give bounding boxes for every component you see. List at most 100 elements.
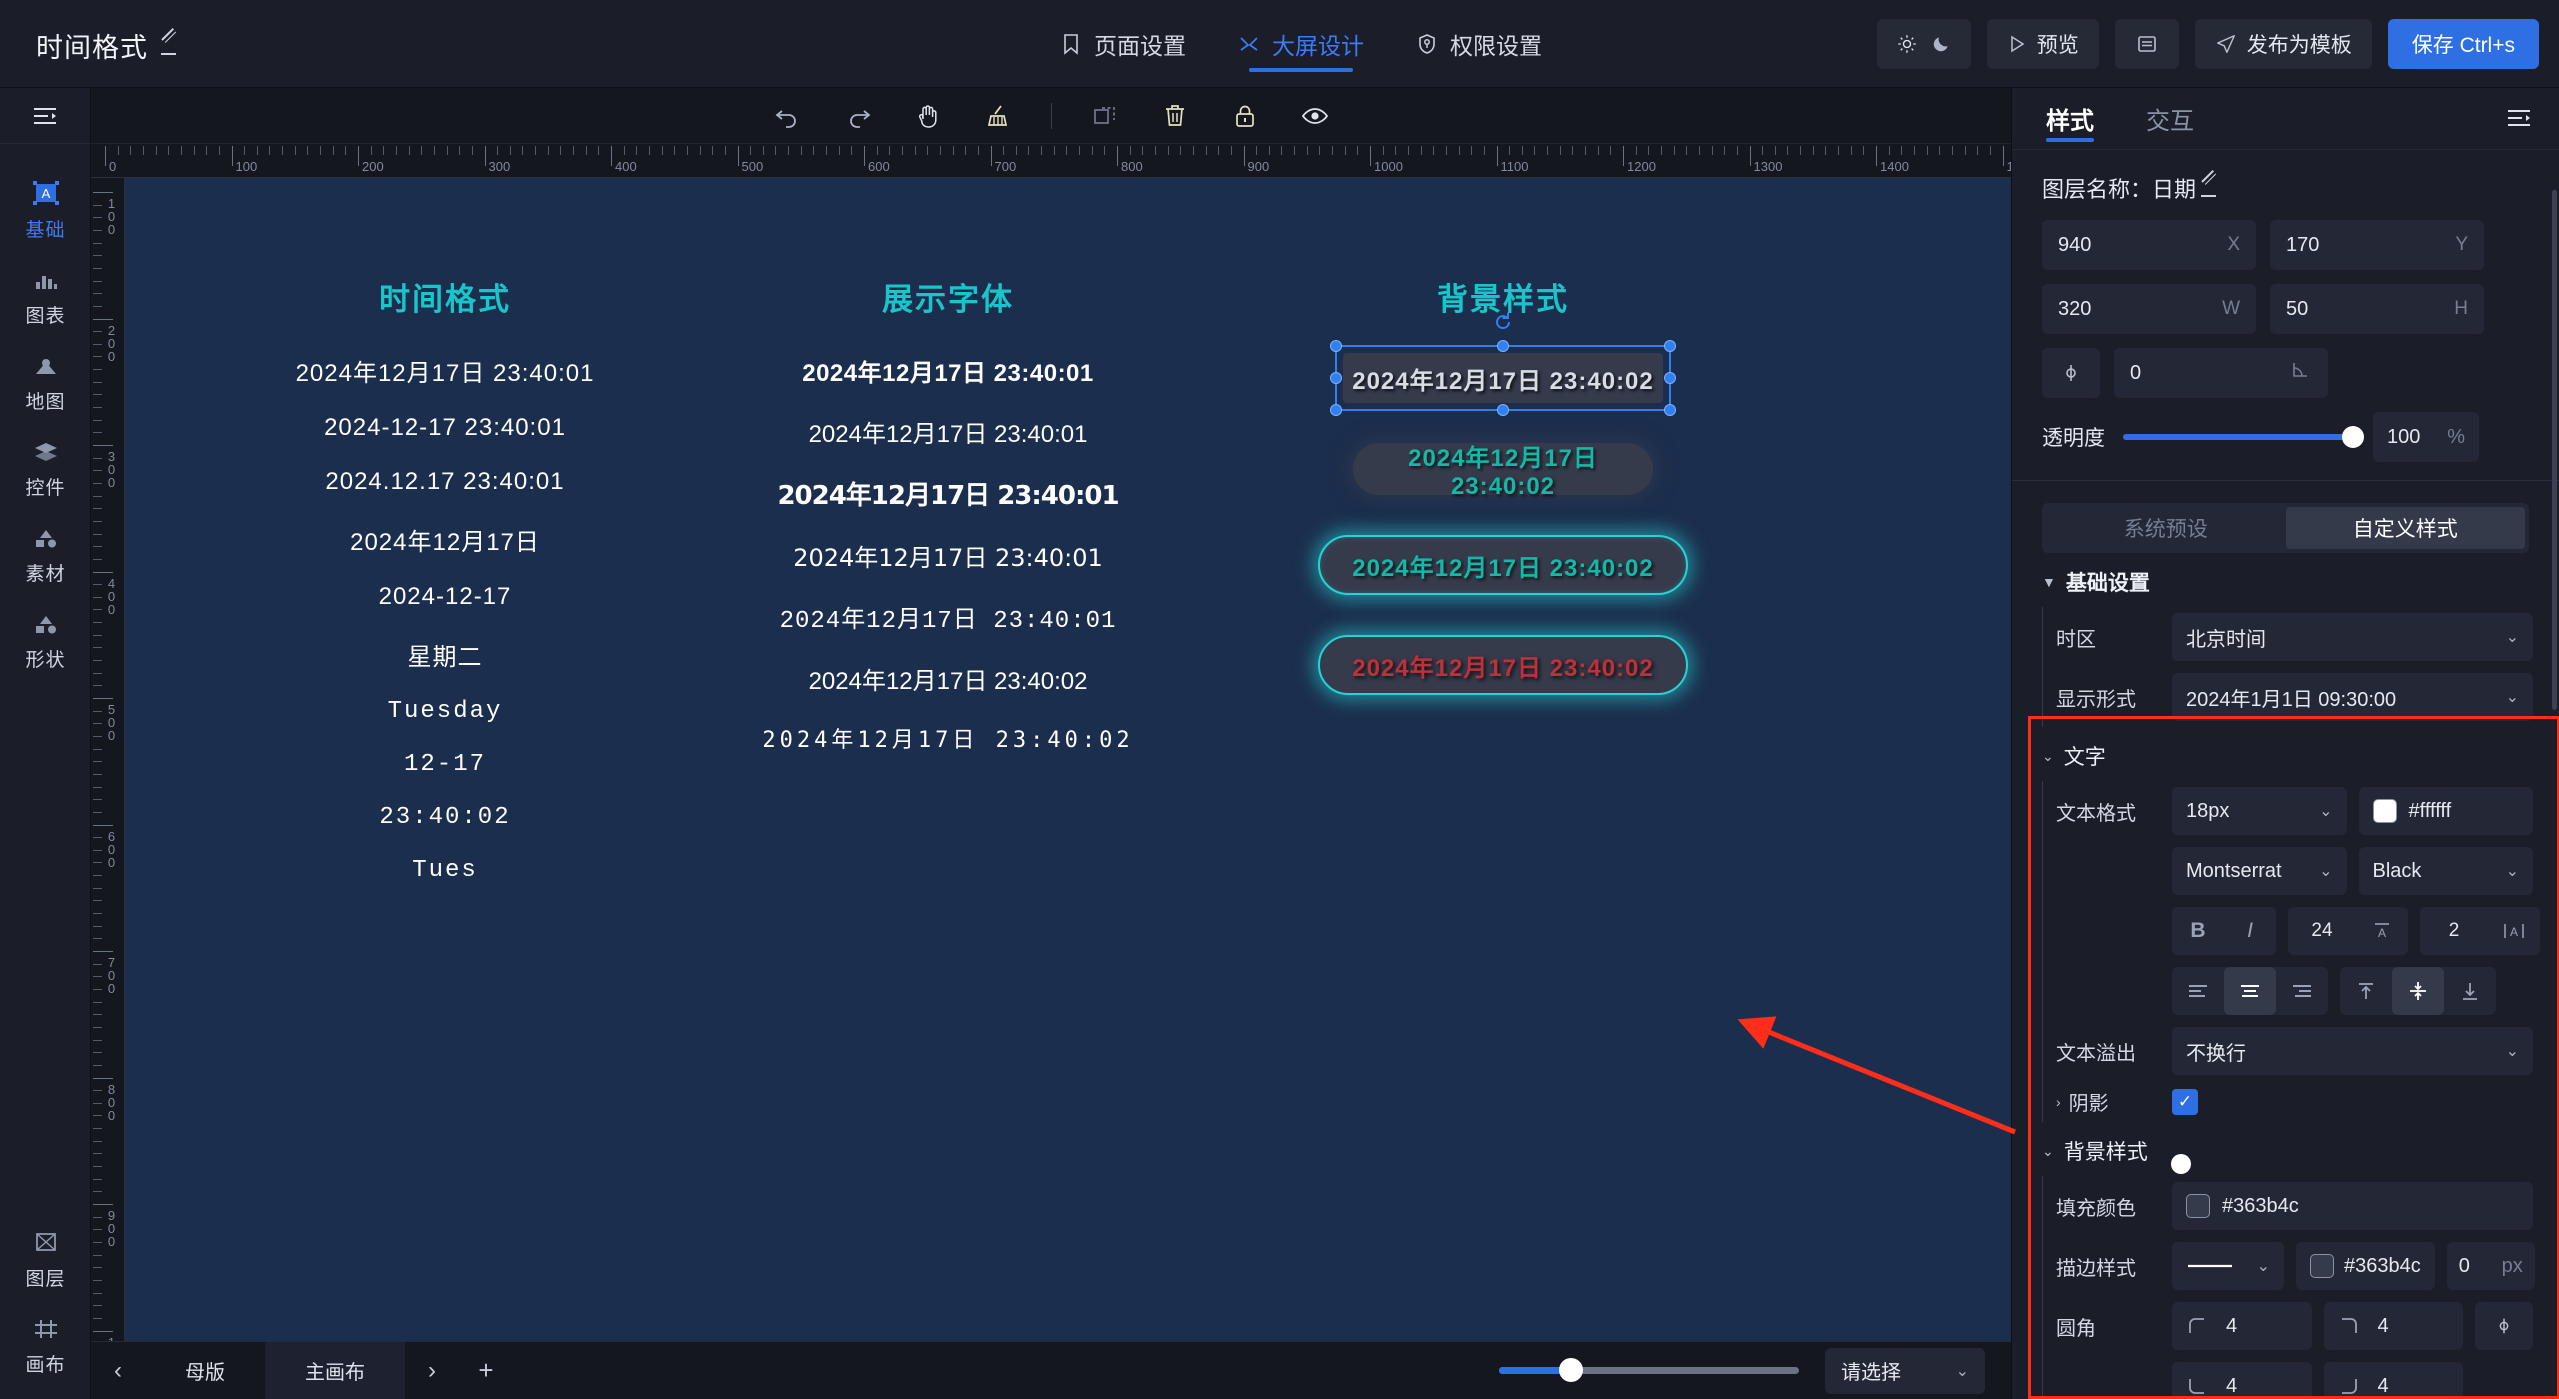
zoom-slider-knob[interactable] xyxy=(1559,1358,1583,1382)
clear-button[interactable] xyxy=(981,99,1015,133)
align-center-button[interactable] xyxy=(2224,967,2276,1015)
undo-button[interactable] xyxy=(771,99,805,133)
font-family-select[interactable]: Montserrat ⌄ xyxy=(2172,847,2347,895)
tab-page-settings[interactable]: 页面设置 xyxy=(1060,0,1186,88)
zoom-slider[interactable] xyxy=(1499,1358,1799,1382)
tab-style[interactable]: 样式 xyxy=(2046,88,2094,150)
section-background-header[interactable]: ⌄ 背景样式 xyxy=(2012,1122,2559,1176)
radius-top-right-input[interactable]: 4 xyxy=(2323,1302,2463,1350)
sidebar-item-layers[interactable]: 图层 xyxy=(0,1217,91,1303)
font-weight-select[interactable]: Black ⌄ xyxy=(2358,847,2533,895)
resize-handle-tl[interactable] xyxy=(1330,340,1342,352)
x-input[interactable]: 940 X xyxy=(2042,220,2256,270)
align-right-button[interactable] xyxy=(2276,967,2328,1015)
section-text-header[interactable]: ⌄ 文字 xyxy=(2012,727,2559,781)
stroke-type-select[interactable]: ⌄ xyxy=(2172,1242,2284,1290)
shadow-label-wrap[interactable]: › 阴影 xyxy=(2056,1087,2160,1116)
opacity-slider[interactable] xyxy=(2123,426,2364,448)
sidebar-item-charts[interactable]: 图表 xyxy=(0,254,91,340)
scrollbar-thumb[interactable] xyxy=(2552,190,2557,710)
group-button[interactable] xyxy=(1088,99,1122,133)
italic-button[interactable]: I xyxy=(2224,907,2276,955)
resize-handle-tc[interactable] xyxy=(1497,340,1509,352)
document-title[interactable]: 时间格式 xyxy=(36,26,180,65)
rotate-handle-icon[interactable] xyxy=(1490,309,1516,335)
rail-collapse-button[interactable] xyxy=(0,88,90,144)
resize-handle-ml[interactable] xyxy=(1330,372,1342,384)
timezone-select[interactable]: 北京时间 ⌄ xyxy=(2172,613,2533,661)
tab-custom-style[interactable]: 自定义样式 xyxy=(2285,507,2525,549)
date-widget-selected[interactable]: 2024年12月17日 23:40:02 xyxy=(1343,353,1663,403)
sidebar-item-shapes[interactable]: 形状 xyxy=(0,598,91,684)
preview-button[interactable]: 预览 xyxy=(1986,19,2099,69)
sidebar-item-map[interactable]: 地图 xyxy=(0,340,91,426)
width-input[interactable]: 320 W xyxy=(2042,284,2256,334)
valign-top-button[interactable] xyxy=(2340,967,2392,1015)
bold-button[interactable]: B xyxy=(2172,907,2224,955)
font-sample-row[interactable]: 2024年12月17日 23:40:02 xyxy=(713,722,1183,754)
time-format-row[interactable]: Tuesday xyxy=(235,698,655,725)
lock-button[interactable] xyxy=(1228,99,1262,133)
font-sample-row[interactable]: 2024年12月17日 23:40:01 xyxy=(713,538,1183,573)
date-widget-glow-red[interactable]: 2024年12月17日 23:40:02 xyxy=(1318,635,1688,695)
add-page-button[interactable]: + xyxy=(459,1355,513,1386)
radius-link-button[interactable] xyxy=(2475,1302,2533,1350)
right-panel-collapse-button[interactable] xyxy=(2505,106,2533,135)
prev-page-button[interactable]: ‹ xyxy=(91,1357,145,1385)
sidebar-item-assets[interactable]: 素材 xyxy=(0,512,91,598)
valign-middle-button[interactable] xyxy=(2392,967,2444,1015)
resize-handle-br[interactable] xyxy=(1664,404,1676,416)
font-sample-row[interactable]: 2024年12月17日 23:40:01 xyxy=(713,353,1183,388)
redo-button[interactable] xyxy=(841,99,875,133)
stroke-width-input[interactable]: 0 px xyxy=(2446,1242,2535,1290)
pencil-icon[interactable] xyxy=(2200,178,2220,198)
resize-handle-bc[interactable] xyxy=(1497,404,1509,416)
tab-permission-settings[interactable]: 权限设置 xyxy=(1416,0,1542,88)
resize-handle-tr[interactable] xyxy=(1664,340,1676,352)
master-page-item[interactable]: 母版 xyxy=(145,1342,265,1399)
main-canvas-item[interactable]: 主画布 xyxy=(265,1341,405,1399)
text-overflow-select[interactable]: 不换行 ⌄ xyxy=(2172,1027,2533,1075)
visibility-button[interactable] xyxy=(1298,99,1332,133)
delete-button[interactable] xyxy=(1158,99,1192,133)
design-canvas[interactable]: 时间格式 2024年12月17日 23:40:01 2024-12-17 23:… xyxy=(125,178,2011,1341)
opacity-slider-knob[interactable] xyxy=(2342,426,2364,448)
radius-bottom-left-input[interactable]: 4 xyxy=(2172,1362,2312,1399)
date-widget-glow[interactable]: 2024年12月17日 23:40:02 xyxy=(1318,535,1688,595)
theme-toggle-button[interactable] xyxy=(1876,19,1971,69)
resize-handle-mr[interactable] xyxy=(1664,372,1676,384)
time-format-row[interactable]: 星期二 xyxy=(235,637,655,672)
lock-aspect-ratio-button[interactable] xyxy=(2042,348,2100,398)
next-page-button[interactable]: › xyxy=(405,1357,459,1385)
resize-handle-bl[interactable] xyxy=(1330,404,1342,416)
sidebar-item-widgets[interactable]: 控件 xyxy=(0,426,91,512)
align-left-button[interactable] xyxy=(2172,967,2224,1015)
date-widget-rounded[interactable]: 2024年12月17日 23:40:02 xyxy=(1353,443,1653,500)
time-format-row[interactable]: 2024.12.17 23:40:01 xyxy=(235,468,655,496)
time-format-row[interactable]: 2024年12月17日 xyxy=(235,522,655,557)
font-size-select[interactable]: 18px ⌄ xyxy=(2172,787,2347,835)
section-basic-header[interactable]: ▼ 基础设置 xyxy=(2012,553,2559,607)
radius-bottom-right-input[interactable]: 4 xyxy=(2323,1362,2463,1399)
fill-color-picker[interactable]: #363b4c xyxy=(2172,1182,2533,1230)
tab-screen-design[interactable]: 大屏设计 xyxy=(1238,0,1364,88)
line-height-input[interactable]: 24 xyxy=(2288,907,2356,955)
valign-bottom-button[interactable] xyxy=(2444,967,2496,1015)
font-sample-row[interactable]: 2024年12月17日 23:40:02 xyxy=(713,661,1183,696)
right-panel-scrollbar[interactable] xyxy=(2551,150,2559,1399)
text-color-picker[interactable]: #ffffff xyxy=(2358,787,2533,835)
layer-name-row[interactable]: 图层名称：日期 xyxy=(2012,150,2559,220)
font-sample-row[interactable]: 2024年12月17日 23:40:01 xyxy=(713,599,1183,635)
display-format-select[interactable]: 2024年1月1日 09:30:00 ⌄ xyxy=(2172,673,2533,721)
stroke-color-picker[interactable]: #363b4c xyxy=(2296,1242,2435,1290)
pan-tool-button[interactable] xyxy=(911,99,945,133)
sidebar-item-canvas[interactable]: 画布 xyxy=(0,1303,91,1389)
font-sample-row[interactable]: 2024年12月17日 23:40:01 xyxy=(713,414,1183,449)
selected-element-wrapper[interactable]: 2024年12月17日 23:40:02 xyxy=(1330,312,1676,416)
opacity-value-input[interactable]: 100 % xyxy=(2373,412,2479,462)
height-input[interactable]: 50 H xyxy=(2270,284,2484,334)
time-format-row[interactable]: 2024-12-17 xyxy=(235,583,655,611)
save-button[interactable]: 保存 Ctrl+s xyxy=(2387,19,2539,69)
notes-button[interactable] xyxy=(2114,19,2179,69)
tab-interaction[interactable]: 交互 xyxy=(2146,88,2194,150)
